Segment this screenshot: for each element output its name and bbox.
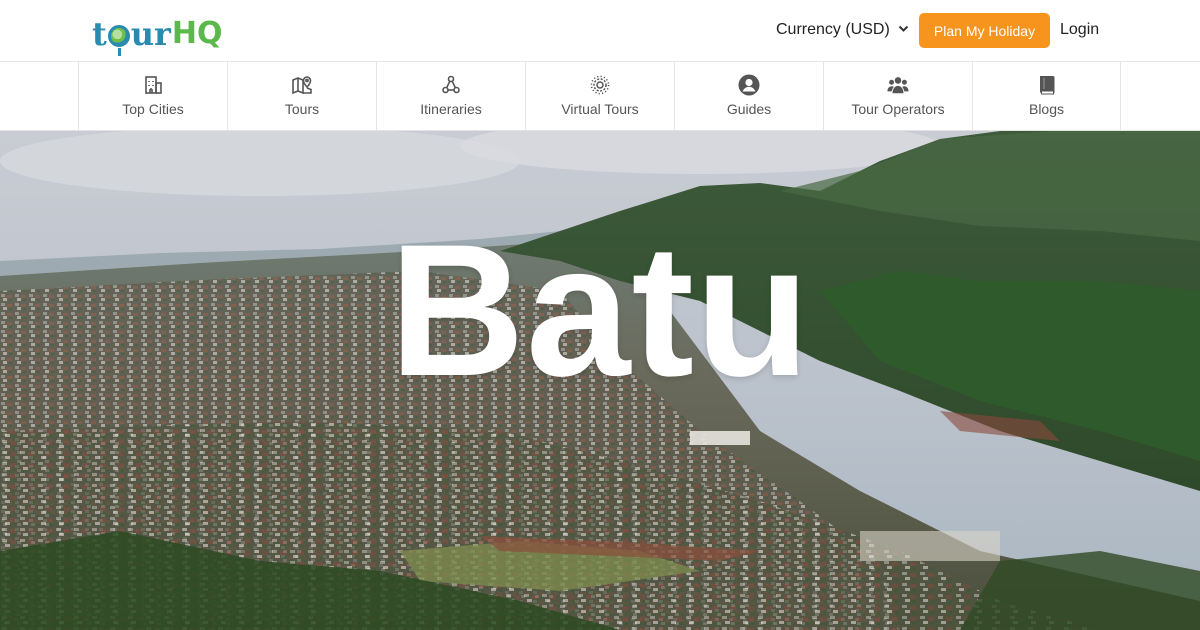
nav-label-guides: Guides — [726, 101, 772, 117]
hero-title: Batu — [389, 205, 811, 415]
nav-label-tour-operators: Tour Operators — [851, 101, 945, 117]
nav-label-itineraries: Itineraries — [420, 101, 482, 117]
tourhq-logo[interactable]: t ur HQ — [92, 10, 223, 56]
nav-item-tours[interactable]: Tours — [227, 62, 376, 131]
nav-label-virtual-tours: Virtual Tours — [561, 101, 639, 117]
top-header: t ur HQ Currency (USD) Plan My Holiday Log… — [0, 0, 1200, 62]
chevron-down-icon — [898, 24, 909, 36]
nav-item-tour-operators[interactable]: Tour Operators — [823, 62, 972, 131]
login-link[interactable]: Login — [1060, 21, 1099, 39]
globe-icon — [107, 25, 130, 56]
nav-item-virtual-tours[interactable]: Virtual Tours — [525, 62, 674, 131]
building-icon — [142, 74, 164, 96]
nav-label-blogs: Blogs — [1028, 101, 1065, 117]
virtual-target-icon — [589, 74, 611, 96]
nav-item-itineraries[interactable]: Itineraries — [376, 62, 525, 131]
user-circle-icon — [738, 74, 760, 96]
main-nav: Top Cities Tours Itineraries Virtual Tou… — [78, 62, 1121, 131]
currency-dropdown[interactable]: Currency (USD) — [776, 21, 909, 39]
hero-banner: Batu — [0, 131, 1200, 630]
route-nodes-icon — [440, 74, 462, 96]
book-icon — [1036, 74, 1058, 96]
nav-item-guides[interactable]: Guides — [674, 62, 823, 131]
map-pin-icon — [291, 74, 313, 96]
users-group-icon — [887, 74, 909, 96]
nav-item-top-cities[interactable]: Top Cities — [78, 62, 227, 131]
currency-label: Currency (USD) — [776, 21, 890, 38]
nav-label-tours: Tours — [284, 101, 320, 117]
nav-label-top-cities: Top Cities — [122, 101, 184, 117]
nav-item-blogs[interactable]: Blogs — [972, 62, 1121, 131]
main-nav-bar: Top Cities Tours Itineraries Virtual Tou… — [0, 62, 1200, 131]
plan-my-holiday-button[interactable]: Plan My Holiday — [919, 13, 1050, 48]
